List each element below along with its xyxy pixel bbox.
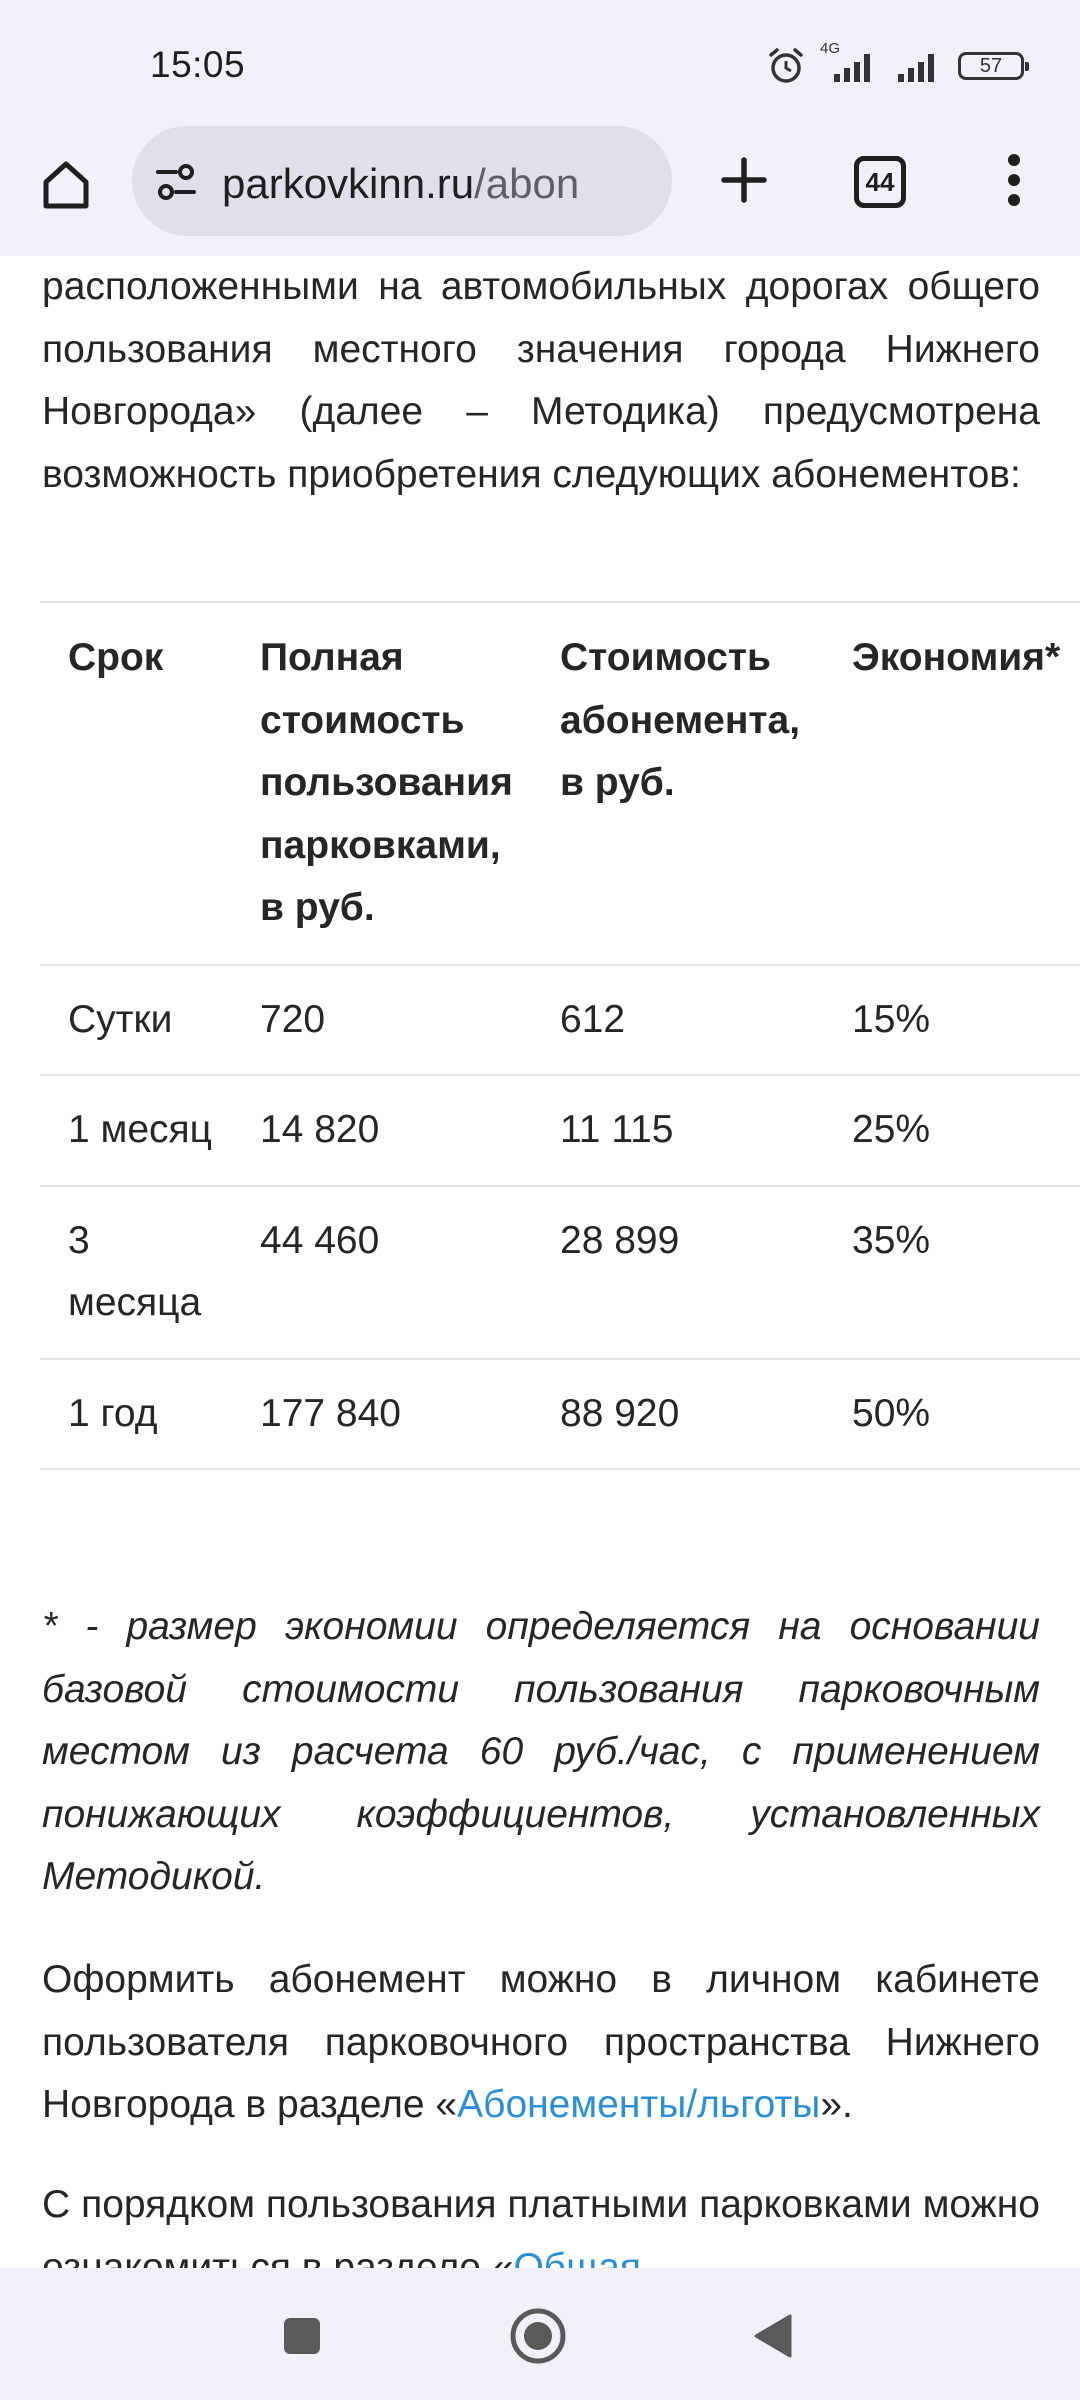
home-circle-icon [510, 2308, 566, 2364]
cell-term: 3 месяца [40, 1185, 232, 1360]
subscription-table: Срок Полная стоимость пользования парков… [40, 601, 1080, 1470]
cell-term: 1 месяц [40, 1075, 232, 1187]
status-time: 15:05 [150, 44, 246, 85]
tab-count: 44 [865, 166, 895, 197]
url-text[interactable]: parkovkinn.ru/abon [222, 160, 662, 208]
header-full-cost: Полная стоимость пользования парковками,… [232, 601, 532, 966]
cell-savings: 15% [824, 964, 1080, 1076]
general-section-link[interactable]: Общая [513, 2246, 641, 2269]
status-bar: 15:05 4G 57 [0, 0, 1080, 120]
paragraph-text: ». [820, 2083, 853, 2126]
table-row: 1 месяц 14 820 11 115 25% [40, 1075, 1080, 1187]
more-vert-icon [1008, 154, 1020, 206]
subscription-paragraph: Оформить абонемент можно в личном кабине… [42, 1949, 1040, 2137]
header-savings: Экономия* [824, 601, 1080, 966]
cell-full-cost: 14 820 [232, 1075, 532, 1187]
home-icon [43, 161, 89, 209]
cell-full-cost: 44 460 [232, 1185, 532, 1360]
cell-subscription-cost: 28 899 [532, 1185, 824, 1360]
table-row: 3 месяца 44 460 28 899 35% [40, 1185, 1080, 1360]
signal-icon [898, 54, 934, 82]
subscriptions-link[interactable]: Абонементы/льготы [457, 2083, 820, 2126]
cell-savings: 35% [824, 1185, 1080, 1360]
page-content[interactable]: расположенными на автомобильных дорогах … [0, 256, 1080, 2268]
cell-subscription-cost: 612 [532, 964, 824, 1076]
back-icon [754, 2314, 792, 2358]
cell-subscription-cost: 88 920 [532, 1358, 824, 1470]
rules-paragraph: С порядком пользования платными парковка… [42, 2174, 1040, 2268]
battery-icon: 57 [958, 52, 1029, 80]
browser-toolbar: parkovkinn.ru/abon 44 [0, 120, 1080, 257]
signal-icon [834, 54, 870, 82]
savings-footnote: * - размер экономии определяется на осно… [42, 1605, 1040, 1898]
cell-full-cost: 177 840 [232, 1358, 532, 1470]
cell-savings: 50% [824, 1358, 1080, 1470]
new-tab-button[interactable] [712, 148, 776, 212]
cell-term: Сутки [40, 964, 232, 1076]
table-row: 1 год 177 840 88 920 50% [40, 1358, 1080, 1470]
header-term: Срок [40, 601, 232, 966]
alarm-icon [769, 48, 803, 83]
plus-icon [721, 157, 767, 203]
home-nav-button[interactable] [506, 2304, 570, 2368]
table-row: Сутки 720 612 15% [40, 964, 1080, 1076]
more-menu-button[interactable] [984, 148, 1044, 212]
battery-level: 57 [979, 54, 1003, 77]
network-group: 4G [820, 40, 880, 86]
recents-button[interactable] [270, 2304, 334, 2368]
url-path: /abon [474, 160, 580, 207]
tab-switcher-button[interactable]: 44 [854, 156, 906, 208]
cell-subscription-cost: 11 115 [532, 1075, 824, 1187]
cell-full-cost: 720 [232, 964, 532, 1076]
recents-icon [284, 2318, 320, 2354]
url-bar[interactable]: parkovkinn.ru/abon [132, 126, 672, 236]
back-button[interactable] [740, 2304, 804, 2368]
home-button[interactable] [34, 152, 98, 216]
tune-icon[interactable] [154, 160, 198, 204]
cell-savings: 25% [824, 1075, 1080, 1187]
cell-term: 1 год [40, 1358, 232, 1470]
system-nav-bar [0, 2268, 1080, 2400]
url-domain: parkovkinn.ru [222, 160, 475, 207]
header-subscription-cost: Стоимость абонемента, в руб. [532, 601, 824, 966]
status-icons: 4G 57 [766, 40, 1029, 86]
table-header-row: Срок Полная стоимость пользования парков… [40, 601, 1080, 966]
intro-paragraph: расположенными на автомобильных дорогах … [42, 265, 1040, 496]
